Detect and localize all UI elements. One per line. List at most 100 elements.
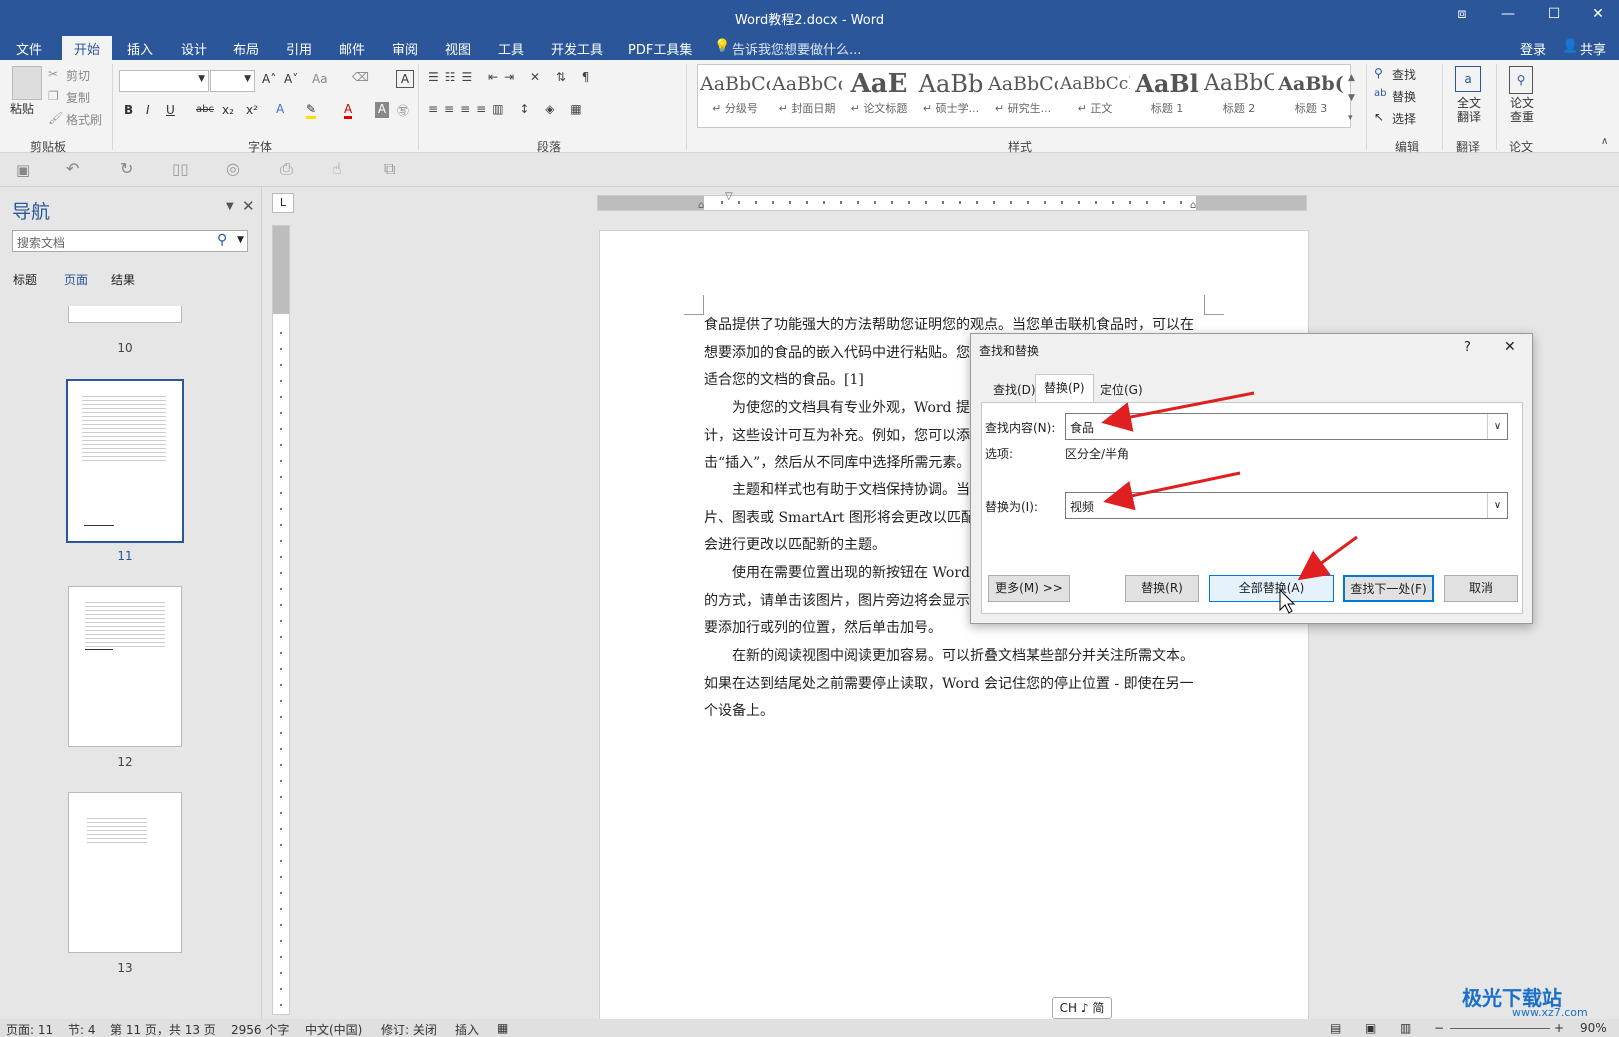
tab-references[interactable]: 引用 (286, 39, 312, 58)
reading-mode-icon[interactable]: ▯▯ (172, 160, 189, 178)
tab-home[interactable]: 开始 (62, 36, 113, 60)
full-translate-button[interactable]: 全文翻译 (1453, 96, 1485, 124)
find-button[interactable]: 查找 (1392, 66, 1416, 83)
style-item[interactable]: AaBbCc ↵ 分级号 (700, 68, 770, 124)
find-what-input[interactable]: 食品 ∨ (1065, 413, 1508, 440)
copy-button[interactable]: 复制 (66, 89, 90, 106)
status-track-changes[interactable]: 修订: 关闭 (381, 1021, 437, 1037)
tell-me-search[interactable]: 告诉我您想要做什么... (732, 39, 861, 58)
underline-button[interactable]: U (166, 103, 175, 117)
tab-replace[interactable]: 替换(P) (1035, 374, 1094, 403)
style-item[interactable]: AaBbCc ↵ 研究生... (988, 68, 1058, 124)
font-name-select[interactable]: ▼ (119, 70, 209, 92)
enclose-char-icon[interactable]: ㊢ (397, 102, 409, 119)
styles-scroll-icon[interactable]: ▲ ▼ ▾ (1348, 68, 1355, 128)
macro-record-icon[interactable]: ▦ (497, 1021, 508, 1035)
font-size-select[interactable]: ▼ (210, 70, 255, 92)
list-buttons-icon[interactable]: ☰☷☰ ⇤⇥ ✕ ⇅ ¶ (428, 70, 595, 84)
superscript-button[interactable]: x² (246, 103, 258, 117)
nav-close-icon[interactable]: ✕ (242, 197, 255, 215)
shading-icon[interactable]: A (375, 102, 389, 118)
status-page[interactable]: 页面: 11 (6, 1021, 53, 1037)
share-button[interactable]: 共享 (1580, 39, 1606, 58)
undo-icon[interactable]: ↶ (66, 159, 79, 178)
grow-font-button[interactable]: A˄ (262, 72, 276, 86)
web-layout-icon[interactable]: ▥ (1400, 1021, 1411, 1035)
style-item[interactable]: AaBl 标题 1 (1132, 68, 1202, 124)
redo-icon[interactable]: ↻ (120, 159, 133, 178)
status-insert-mode[interactable]: 插入 (455, 1021, 479, 1037)
first-line-indent-icon[interactable]: ▽ (725, 191, 733, 202)
collapse-ribbon-icon[interactable]: ∧ (1601, 136, 1608, 147)
left-indent-icon[interactable]: ⌂ (698, 200, 704, 211)
nav-options-icon[interactable]: ▼ (226, 201, 234, 212)
style-item[interactable]: AaBbCc ↵ 封面日期 (772, 68, 842, 124)
window-icon[interactable]: ⧉ (384, 159, 395, 179)
status-section[interactable]: 节: 4 (68, 1021, 96, 1037)
print-layout-icon[interactable]: ▣ (1365, 1021, 1376, 1035)
change-case-button[interactable]: Aa (312, 72, 328, 86)
tab-pdf-tools[interactable]: PDF工具集 (628, 39, 692, 58)
print-preview-icon[interactable]: ⎙ (280, 159, 293, 179)
paragraph[interactable]: 在新的阅读视图中阅读更加容易。可以折叠文档某些部分并关注所需文本。如果在达到结尾… (704, 643, 1204, 726)
subscript-button[interactable]: x₂ (222, 103, 234, 117)
strikethrough-button[interactable]: abc (196, 104, 214, 115)
style-item[interactable]: AaBbC 标题 2 (1204, 68, 1274, 124)
chevron-down-icon[interactable]: ∨ (1487, 493, 1507, 518)
tab-mailings[interactable]: 邮件 (339, 39, 365, 58)
more-button[interactable]: 更多(M) >> (988, 575, 1070, 602)
tab-insert[interactable]: 插入 (127, 39, 153, 58)
shrink-font-button[interactable]: A˅ (284, 72, 298, 86)
cancel-button[interactable]: 取消 (1444, 575, 1518, 602)
cut-button[interactable]: 剪切 (66, 67, 90, 84)
text-effects-icon[interactable]: A (276, 102, 284, 116)
nav-tab-results[interactable]: 结果 (111, 271, 135, 288)
sign-in-link[interactable]: 登录 (1520, 39, 1546, 58)
page-thumbnail[interactable] (68, 792, 182, 953)
italic-button[interactable]: I (146, 103, 150, 117)
tab-view[interactable]: 视图 (445, 39, 471, 58)
style-item[interactable]: AaBb ↵ 硕士学... (916, 68, 986, 124)
dialog-close-button[interactable]: ✕ (1504, 339, 1516, 355)
save-icon[interactable]: ▣ (16, 161, 30, 179)
tab-tools[interactable]: 工具 (498, 39, 524, 58)
nav-search-input[interactable]: 搜索文档 ⚲ ▼ (12, 230, 248, 252)
close-window-button[interactable]: ✕ (1578, 6, 1618, 28)
tab-goto[interactable]: 定位(G) (1092, 377, 1151, 402)
vertical-ruler[interactable] (272, 225, 290, 1015)
status-word-count[interactable]: 2956 个字 (231, 1021, 289, 1037)
status-page-of[interactable]: 第 11 页，共 13 页 (110, 1021, 216, 1037)
ribbon-display-button[interactable]: ⧈ (1442, 6, 1482, 28)
select-button[interactable]: 选择 (1392, 110, 1416, 127)
search-dropdown-icon[interactable]: ▼ (237, 235, 244, 245)
tab-file[interactable]: 文件 (16, 39, 42, 58)
style-item[interactable]: AaBb(标题 3 (1276, 68, 1346, 124)
maximize-button[interactable]: ☐ (1534, 6, 1574, 28)
replace-with-input[interactable]: 视频 ∨ (1065, 492, 1508, 519)
right-indent-icon[interactable]: ⌂ (1190, 200, 1196, 211)
page-thumbnail[interactable] (68, 586, 182, 747)
touch-mode-icon[interactable]: ☝ (332, 159, 342, 178)
style-item[interactable]: AaBbCcI ↵ 正文 (1060, 68, 1130, 124)
page-thumbnail-current[interactable] (66, 379, 184, 543)
paste-button[interactable]: 粘贴 (10, 100, 34, 117)
nav-tab-pages[interactable]: 页面 (64, 271, 88, 288)
zoom-level[interactable]: 90% (1580, 1021, 1607, 1035)
chevron-down-icon[interactable]: ∨ (1487, 414, 1507, 439)
tab-design[interactable]: 设计 (181, 39, 207, 58)
zoom-out-icon[interactable]: − (1434, 1021, 1444, 1035)
search-icon[interactable]: ⚲ (217, 232, 227, 248)
character-border-icon[interactable]: A (396, 70, 414, 88)
ime-indicator[interactable]: CH ♪ 简 (1052, 997, 1112, 1019)
bold-button[interactable]: B (124, 103, 133, 117)
zoom-in-icon[interactable]: + (1554, 1021, 1564, 1035)
align-buttons-icon[interactable]: ≡≡≡≡▥ ↕ ◈ ▦ (428, 102, 588, 116)
replace-button[interactable]: 替换(R) (1125, 575, 1199, 602)
nav-tab-headings[interactable]: 标题 (13, 271, 37, 288)
web-icon[interactable]: ◎ (226, 159, 240, 178)
font-color-button[interactable]: A (344, 102, 353, 119)
highlight-icon[interactable]: ✎ (306, 102, 317, 119)
read-mode-icon[interactable]: ▤ (1330, 1021, 1341, 1035)
style-item[interactable]: AaE ↵ 论文标题 (844, 68, 914, 124)
clear-format-icon[interactable]: ⌫ (352, 70, 369, 84)
